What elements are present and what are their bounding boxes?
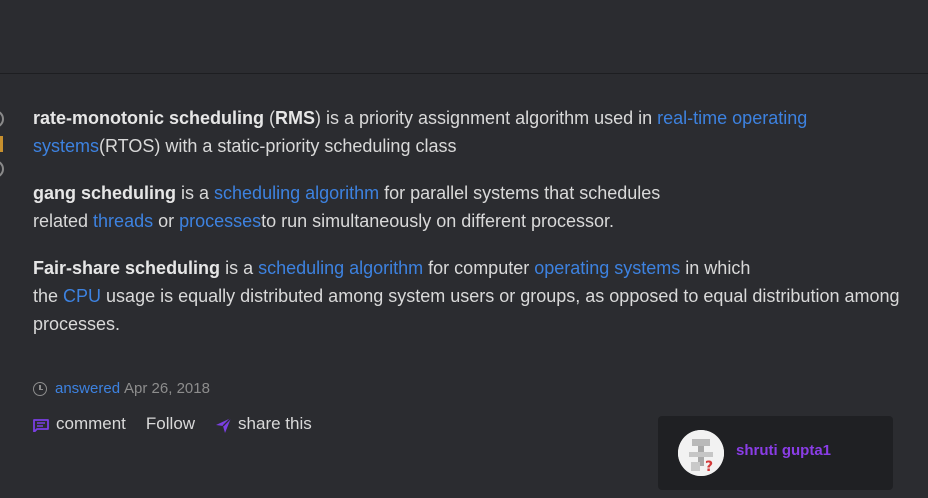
text: the	[33, 286, 64, 306]
text: is a	[220, 258, 259, 278]
text: is a	[176, 183, 215, 203]
term-fair-share: Fair-share scheduling	[33, 258, 221, 278]
follow-button[interactable]: Follow	[146, 414, 195, 434]
avatar[interactable]: ?	[678, 430, 724, 476]
share-button[interactable]: share this	[215, 414, 312, 434]
top-bar	[0, 0, 928, 74]
answer-date: Apr 26, 2018	[124, 380, 210, 397]
comment-label: comment	[56, 414, 126, 433]
paragraph-rms: rate-monotonic scheduling (RMS) is a pri…	[33, 104, 903, 160]
text: related	[33, 211, 94, 231]
text: in which	[680, 258, 751, 278]
text: to run simultaneously on different proce…	[261, 211, 615, 231]
text: or	[153, 211, 180, 231]
downvote-icon[interactable]	[0, 160, 4, 178]
paragraph-gang: gang scheduling is a scheduling algorith…	[33, 179, 903, 235]
user-name-link[interactable]: shruti gupta1	[736, 442, 831, 459]
user-card: ? shruti gupta1	[658, 416, 893, 490]
answer-actions: comment Follow share this	[33, 414, 332, 434]
vote-indicator	[0, 136, 6, 152]
send-icon	[216, 417, 232, 433]
share-label: share this	[238, 414, 312, 433]
avatar-image: ?	[678, 430, 724, 476]
link-cpu[interactable]: CPU	[63, 286, 101, 306]
text: ) is a priority assignment algorithm use…	[315, 108, 658, 128]
answered-link[interactable]: answered	[55, 380, 120, 397]
answer-body: rate-monotonic scheduling (RMS) is a pri…	[33, 104, 903, 357]
link-scheduling-algorithm[interactable]: scheduling algorithm	[214, 183, 379, 203]
link-threads[interactable]: threads	[93, 211, 153, 231]
vote-rail	[0, 110, 6, 186]
paragraph-fair-share: Fair-share scheduling is a scheduling al…	[33, 254, 903, 338]
comment-icon	[33, 419, 49, 432]
upvote-icon[interactable]	[0, 110, 4, 128]
text: for parallel systems that schedules	[379, 183, 661, 203]
text: (	[264, 108, 276, 128]
term-gang: gang scheduling	[33, 183, 177, 203]
follow-label: Follow	[145, 414, 196, 433]
link-operating-systems[interactable]: operating systems	[534, 258, 680, 278]
link-scheduling-algorithm-2[interactable]: scheduling algorithm	[258, 258, 423, 278]
link-processes[interactable]: processes	[179, 211, 261, 231]
answer-meta: answered Apr 26, 2018	[33, 380, 210, 397]
text: usage is equally distributed among syste…	[33, 286, 900, 334]
term-rms: rate-monotonic scheduling	[33, 108, 265, 128]
text: (RTOS) with a static-priority scheduling…	[99, 136, 457, 156]
comment-button[interactable]: comment	[33, 414, 126, 434]
svg-text:?: ?	[705, 459, 713, 475]
abbr-rms: RMS	[275, 108, 316, 128]
clock-icon	[33, 381, 47, 396]
text: for computer	[423, 258, 535, 278]
